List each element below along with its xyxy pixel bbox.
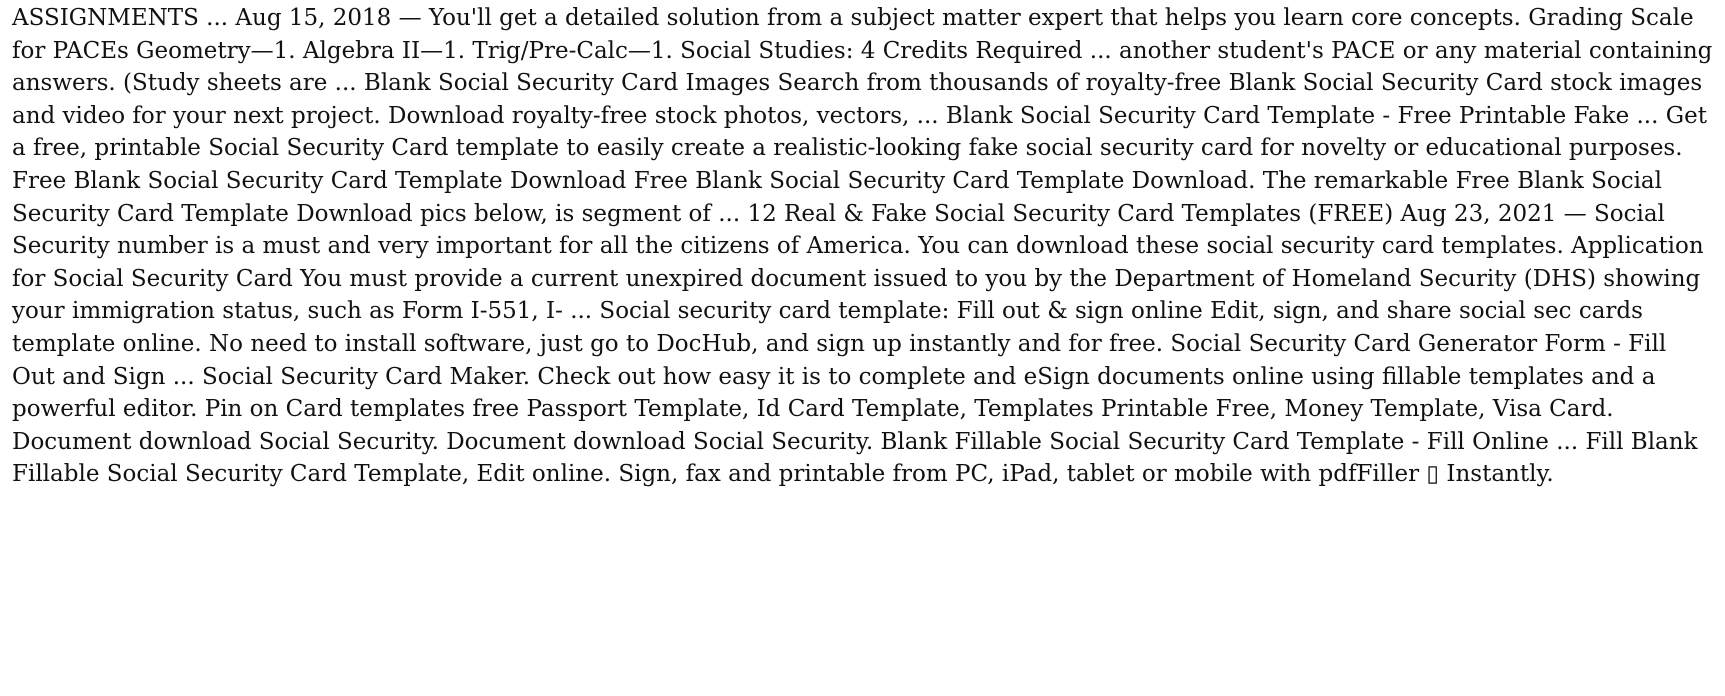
body-paragraph: ASSIGNMENTS ... Aug 15, 2018 — You'll ge… bbox=[12, 5, 1713, 488]
document-page: ASSIGNMENTS ... Aug 15, 2018 — You'll ge… bbox=[0, 0, 1725, 696]
